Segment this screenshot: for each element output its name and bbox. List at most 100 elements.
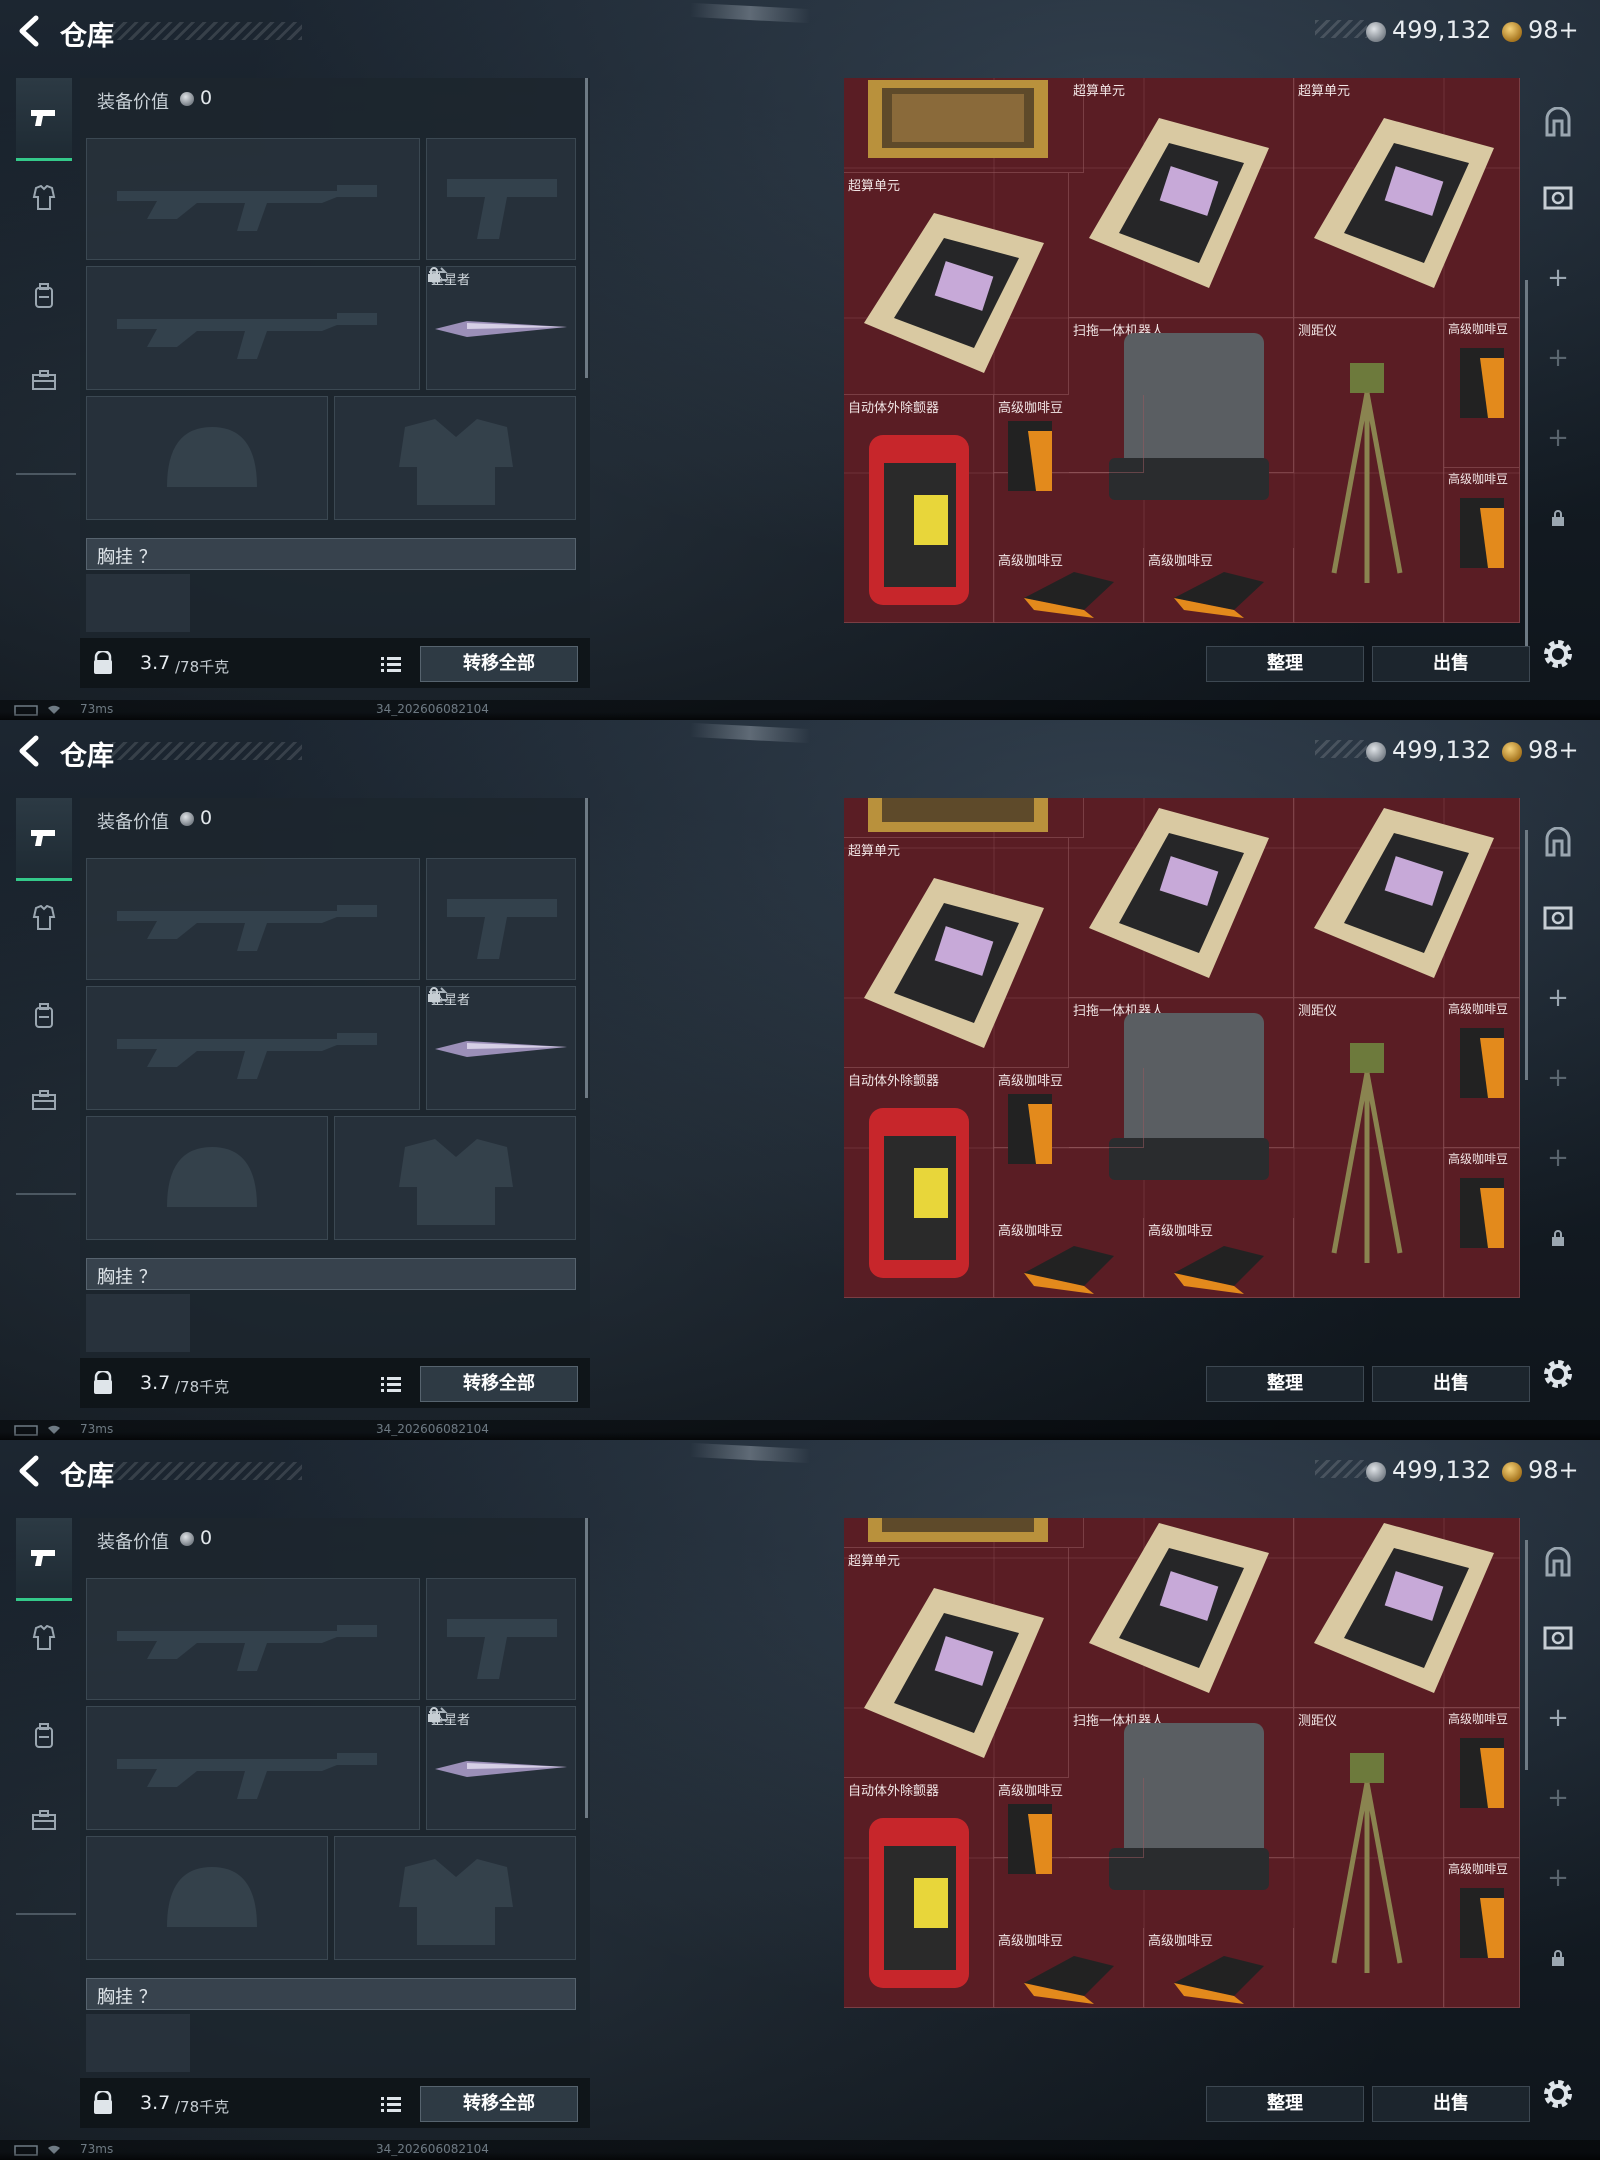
sort-button[interactable]: 整理 — [1206, 646, 1364, 682]
silver-balance[interactable]: 499,132 — [1392, 1456, 1491, 1484]
storage-item[interactable]: 高级咖啡豆 — [1444, 1858, 1520, 2008]
tab-case[interactable] — [16, 1780, 72, 1860]
helmet-slot[interactable] — [86, 396, 328, 520]
primary-weapon-slot[interactable] — [86, 1578, 420, 1700]
tab-backpack[interactable] — [16, 976, 72, 1056]
add-storage-tab-1[interactable]: + — [1534, 974, 1582, 1022]
storage-item[interactable]: 高级咖啡豆 — [994, 1928, 1144, 2008]
storage-item[interactable]: 高级咖啡豆 — [1444, 998, 1520, 1148]
gear-icon[interactable] — [1538, 2074, 1578, 2114]
chest-rig-slot[interactable] — [86, 2014, 190, 2072]
locked-storage-tab[interactable] — [1534, 1934, 1582, 1982]
add-storage-tab-3[interactable]: + — [1534, 414, 1582, 462]
tab-weapons[interactable] — [16, 1518, 72, 1601]
tab-backpack[interactable] — [16, 1696, 72, 1776]
transfer-all-button[interactable]: 转移全部 — [420, 1366, 578, 1402]
storage-item[interactable]: 高级咖啡豆 — [994, 1068, 1144, 1164]
transfer-all-button[interactable]: 转移全部 — [420, 646, 578, 682]
add-storage-tab-3[interactable]: + — [1534, 1134, 1582, 1182]
compute-unit-item[interactable] — [1069, 1518, 1294, 1708]
storage-tab-1[interactable] — [1534, 98, 1582, 146]
painting-item[interactable] — [844, 1518, 1084, 1548]
tab-case[interactable] — [16, 340, 72, 420]
painting-item[interactable] — [844, 798, 1084, 838]
add-storage-tab-2[interactable]: + — [1534, 334, 1582, 382]
sidearm-slot[interactable] — [426, 858, 576, 980]
storage-item[interactable]: 超算单元 — [844, 1548, 1069, 1778]
sell-button[interactable]: 出售 — [1372, 1366, 1530, 1402]
sort-button[interactable]: 整理 — [1206, 2086, 1364, 2122]
tab-armor[interactable] — [16, 158, 72, 238]
storage-item[interactable]: 高级咖啡豆 — [994, 1778, 1144, 1874]
helmet-slot[interactable] — [86, 1116, 328, 1240]
back-arrow-icon[interactable] — [16, 734, 44, 768]
storage-item[interactable]: 测距仪 — [1294, 998, 1444, 1298]
storage-item[interactable]: 高级咖啡豆 — [1144, 548, 1294, 623]
storage-item[interactable]: 高级咖啡豆 — [994, 395, 1144, 491]
list-icon[interactable] — [378, 652, 404, 678]
secondary-weapon-slot[interactable] — [86, 266, 420, 390]
add-storage-tab-3[interactable]: + — [1534, 1854, 1582, 1902]
list-icon[interactable] — [378, 2092, 404, 2118]
primary-weapon-slot[interactable] — [86, 858, 420, 980]
storage-item[interactable]: 高级咖啡豆 — [1444, 1708, 1520, 1858]
storage-scrollbar[interactable] — [1525, 830, 1528, 1080]
compute-unit-item[interactable] — [1294, 1518, 1520, 1708]
body-armor-slot[interactable] — [334, 1836, 576, 1960]
storage-item[interactable]: 测距仪 — [1294, 1708, 1444, 2008]
tab-case[interactable] — [16, 1060, 72, 1140]
storage-item[interactable]: 自动体外除颤器 — [844, 1068, 994, 1298]
storage-item[interactable]: 超算单元 — [1294, 78, 1520, 318]
gold-balance[interactable]: 98+ — [1528, 736, 1579, 764]
add-storage-tab-2[interactable]: + — [1534, 1774, 1582, 1822]
sort-button[interactable]: 整理 — [1206, 1366, 1364, 1402]
storage-tab-2[interactable] — [1534, 174, 1582, 222]
storage-scrollbar[interactable] — [1525, 1540, 1528, 1770]
sidearm-slot[interactable] — [426, 138, 576, 260]
add-storage-tab-1[interactable]: + — [1534, 1694, 1582, 1742]
storage-item[interactable]: 高级咖啡豆 — [994, 1218, 1144, 1298]
tab-weapons[interactable] — [16, 798, 72, 881]
storage-scrollbar[interactable] — [1525, 280, 1528, 680]
gear-icon[interactable] — [1538, 1354, 1578, 1394]
silver-balance[interactable]: 499,132 — [1392, 736, 1491, 764]
primary-weapon-slot[interactable] — [86, 138, 420, 260]
back-arrow-icon[interactable] — [16, 1454, 44, 1488]
storage-tab-2[interactable] — [1534, 894, 1582, 942]
helmet-slot[interactable] — [86, 1836, 328, 1960]
melee-slot[interactable]: 坠星者 — [426, 1706, 576, 1830]
equipment-scrollbar[interactable] — [585, 78, 588, 378]
storage-tab-1[interactable] — [1534, 818, 1582, 866]
melee-slot[interactable]: 坠星者 — [426, 986, 576, 1110]
sell-button[interactable]: 出售 — [1372, 646, 1530, 682]
sell-button[interactable]: 出售 — [1372, 2086, 1530, 2122]
body-armor-slot[interactable] — [334, 396, 576, 520]
storage-item[interactable]: 高级咖啡豆 — [1444, 468, 1520, 623]
painting-item[interactable] — [844, 78, 1084, 173]
silver-balance[interactable]: 499,132 — [1392, 16, 1491, 44]
tab-armor[interactable] — [16, 1598, 72, 1678]
storage-item[interactable]: 高级咖啡豆 — [1144, 1218, 1294, 1298]
chest-rig-slot[interactable] — [86, 1294, 190, 1352]
tab-weapons[interactable] — [16, 78, 72, 161]
tab-armor[interactable] — [16, 878, 72, 958]
storage-item[interactable]: 自动体外除颤器 — [844, 395, 994, 623]
chest-rig-header[interactable]: 胸挂 ？ — [86, 1258, 576, 1290]
gold-balance[interactable]: 98+ — [1528, 16, 1579, 44]
storage-item[interactable]: 超算单元 — [844, 838, 1069, 1068]
chest-rig-header[interactable]: 胸挂 ？ — [86, 538, 576, 570]
add-storage-tab-1[interactable]: + — [1534, 254, 1582, 302]
storage-item[interactable]: 自动体外除颤器 — [844, 1778, 994, 2008]
storage-item[interactable]: 超算单元 — [844, 173, 1069, 395]
secondary-weapon-slot[interactable] — [86, 1706, 420, 1830]
chest-rig-slot[interactable] — [86, 574, 190, 632]
compute-unit-item[interactable] — [1069, 798, 1294, 998]
body-armor-slot[interactable] — [334, 1116, 576, 1240]
storage-item[interactable]: 高级咖啡豆 — [1444, 1148, 1520, 1298]
storage-item[interactable]: 高级咖啡豆 — [994, 548, 1144, 623]
back-arrow-icon[interactable] — [16, 14, 44, 48]
locked-storage-tab[interactable] — [1534, 1214, 1582, 1262]
storage-item[interactable]: 测距仪 — [1294, 318, 1444, 623]
list-icon[interactable] — [378, 1372, 404, 1398]
storage-item[interactable]: 高级咖啡豆 — [1444, 318, 1520, 468]
